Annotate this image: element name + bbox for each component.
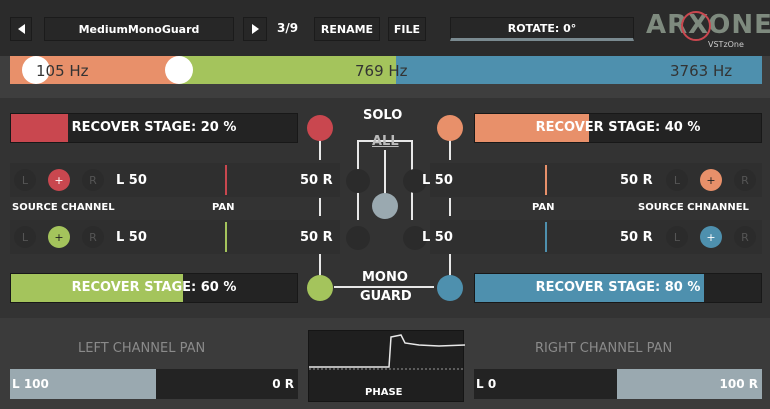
preset-counter: 3/9 bbox=[277, 21, 299, 35]
channel-l-button[interactable]: L bbox=[666, 226, 688, 248]
preset-name: MediumMonoGuard bbox=[78, 22, 200, 36]
file-button[interactable]: FILE bbox=[388, 17, 426, 41]
rotate-label: ROTATE: 0° bbox=[507, 21, 577, 35]
phase-curve bbox=[309, 334, 465, 370]
right-pan-value-l: L 0 bbox=[476, 377, 497, 391]
rename-label: RENAME bbox=[320, 22, 374, 36]
preset-next-button[interactable] bbox=[243, 17, 267, 41]
logo-sub: VSTzOne bbox=[708, 40, 744, 49]
pan-left-value: L 50 bbox=[422, 173, 453, 188]
route-line bbox=[319, 140, 321, 160]
triangle-right-icon bbox=[251, 24, 259, 34]
right-channel-pan-slider[interactable]: L 0 100 R bbox=[474, 369, 762, 399]
recover-label: RECOVER STAGE: 80 % bbox=[535, 280, 701, 295]
pan-left-value: L 50 bbox=[116, 173, 147, 188]
solo-center-line bbox=[384, 150, 386, 194]
band-toggle[interactable] bbox=[346, 226, 370, 250]
plugin-window: MediumMonoGuard 3/9 RENAME FILE ROTATE: … bbox=[0, 0, 770, 409]
freq-low-label: 105 Hz bbox=[36, 62, 89, 80]
pan-right-value: 50 R bbox=[620, 173, 653, 188]
solo-button-band-2[interactable] bbox=[437, 115, 463, 141]
route-line bbox=[319, 254, 321, 276]
pan-left-value: L 50 bbox=[422, 230, 453, 245]
logo-ring-icon bbox=[681, 11, 711, 41]
triangle-left-icon bbox=[17, 24, 25, 34]
channel-r-button[interactable]: R bbox=[734, 169, 756, 191]
preset-name-display[interactable]: MediumMonoGuard bbox=[44, 17, 234, 41]
solo-button-band-1[interactable] bbox=[307, 115, 333, 141]
recover-stage-slider-2[interactable]: RECOVER STAGE: 40 % bbox=[474, 113, 762, 143]
channel-l-button[interactable]: L bbox=[14, 169, 36, 191]
source-channel-label: SOURCE CHNANNEL bbox=[638, 202, 749, 213]
left-channel-pan-slider[interactable]: L 100 0 R bbox=[10, 369, 298, 399]
mono-guard-button-band-3[interactable] bbox=[307, 275, 333, 301]
right-channel-pan-title: RIGHT CHANNEL PAN bbox=[535, 341, 673, 356]
mono-label: MONO bbox=[362, 270, 408, 285]
phase-display[interactable]: PHASE bbox=[308, 330, 465, 402]
pan-right-value: 50 R bbox=[300, 173, 333, 188]
crossover-handle-mid[interactable] bbox=[165, 56, 193, 84]
recover-label: RECOVER STAGE: 40 % bbox=[535, 120, 701, 135]
right-pan-value-r: 100 R bbox=[719, 377, 758, 391]
left-pan-value-r: 0 R bbox=[272, 377, 294, 391]
recover-stage-slider-3[interactable]: RECOVER STAGE: 60 % bbox=[10, 273, 298, 303]
pan-right-value: 50 R bbox=[300, 230, 333, 245]
channel-plus-button[interactable]: + bbox=[700, 226, 722, 248]
rotate-control[interactable]: ROTATE: 0° bbox=[450, 17, 634, 41]
channel-plus-button[interactable]: + bbox=[48, 226, 70, 248]
pan-slider-1[interactable] bbox=[225, 165, 227, 195]
left-pan-value-l: L 100 bbox=[12, 377, 49, 391]
pan-left-value: L 50 bbox=[116, 230, 147, 245]
pan-slider-3[interactable] bbox=[225, 222, 227, 252]
pan-right-value: 50 R bbox=[620, 230, 653, 245]
all-label[interactable]: ALL bbox=[372, 134, 399, 149]
mono-guard-button-band-4[interactable] bbox=[437, 275, 463, 301]
channel-l-button[interactable]: L bbox=[666, 169, 688, 191]
channel-plus-button[interactable]: + bbox=[700, 169, 722, 191]
freq-mid-label: 769 Hz bbox=[355, 62, 408, 80]
source-channel-label: SOURCE CHANNEL bbox=[12, 202, 115, 213]
channel-r-button[interactable]: R bbox=[734, 226, 756, 248]
channel-plus-button[interactable]: + bbox=[48, 169, 70, 191]
channel-l-button[interactable]: L bbox=[14, 226, 36, 248]
left-channel-pan-title: LEFT CHANNEL PAN bbox=[78, 341, 206, 356]
pan-label: PAN bbox=[212, 202, 235, 213]
route-line bbox=[319, 198, 321, 216]
guard-label: GUARD bbox=[360, 289, 412, 304]
preset-prev-button[interactable] bbox=[10, 17, 32, 41]
phase-label: PHASE bbox=[365, 387, 403, 398]
pan-slider-2[interactable] bbox=[545, 165, 547, 195]
recover-stage-slider-4[interactable]: RECOVER STAGE: 80 % bbox=[474, 273, 762, 303]
route-line bbox=[449, 198, 451, 216]
recover-label: RECOVER STAGE: 60 % bbox=[71, 280, 237, 295]
route-line bbox=[449, 254, 451, 276]
recover-label: RECOVER STAGE: 20 % bbox=[71, 120, 237, 135]
route-line bbox=[449, 140, 451, 160]
solo-label: SOLO bbox=[363, 108, 403, 123]
pan-slider-4[interactable] bbox=[545, 222, 547, 252]
logo: ARXONE VSTzOne bbox=[646, 10, 770, 49]
solo-all-button[interactable] bbox=[372, 193, 398, 219]
freq-high-label: 3763 Hz bbox=[670, 62, 733, 80]
pan-label: PAN bbox=[532, 202, 555, 213]
rename-button[interactable]: RENAME bbox=[314, 17, 380, 41]
file-label: FILE bbox=[393, 22, 421, 36]
band-toggle[interactable] bbox=[346, 169, 370, 193]
channel-r-button[interactable]: R bbox=[82, 226, 104, 248]
channel-r-button[interactable]: R bbox=[82, 169, 104, 191]
mono-guard-line bbox=[334, 286, 434, 288]
recover-stage-slider-1[interactable]: RECOVER STAGE: 20 % bbox=[10, 113, 298, 143]
